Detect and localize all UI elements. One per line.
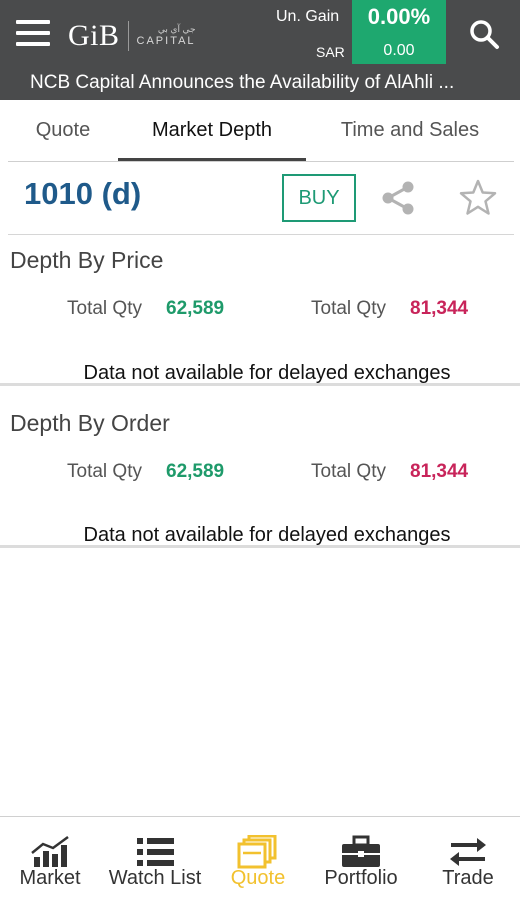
nav-label: Trade: [442, 867, 494, 889]
nav-label: Portfolio: [324, 867, 398, 889]
bid-total-qty-value: 62,589: [166, 298, 225, 319]
unrealized-gain-badge: 0.00% 0.00: [352, 0, 446, 64]
news-ticker[interactable]: NCB Capital Announces the Availability o…: [0, 68, 520, 98]
bid-total-qty-label: Total Qty: [67, 461, 142, 482]
logo-capital-text: CAPITAL: [136, 35, 196, 47]
buy-button[interactable]: BUY: [282, 174, 356, 222]
ask-total-qty-value: 81,344: [410, 298, 469, 319]
ask-total-qty-label: Total Qty: [311, 298, 386, 319]
ask-total-qty-value: 81,344: [410, 461, 469, 482]
depth-by-price-title: Depth By Price: [10, 247, 164, 273]
currency-label: SAR: [316, 44, 345, 60]
favorite-star-icon[interactable]: [458, 178, 498, 218]
nav-watch-list[interactable]: Watch List: [100, 817, 210, 900]
hamburger-menu-icon[interactable]: [16, 20, 50, 46]
depth-by-order-message: Data not available for delayed exchanges: [83, 524, 451, 546]
nav-trade[interactable]: Trade: [416, 817, 520, 900]
symbol-row-divider: [8, 234, 514, 235]
briefcase-icon: [342, 835, 380, 867]
nav-label: Quote: [230, 867, 286, 889]
nav-label: Market: [19, 867, 81, 889]
tabs-divider: [8, 161, 514, 162]
app-logo: GiB جي آي بي CAPITAL: [68, 18, 196, 54]
nav-quote[interactable]: Quote: [210, 817, 306, 900]
app-header: GiB جي آي بي CAPITAL Un. Gain SAR 0.00% …: [0, 0, 520, 100]
logo-subtext: جي آي بي CAPITAL: [127, 21, 196, 51]
unrealized-gain-label: Un. Gain: [276, 8, 340, 25]
tab-market-depth[interactable]: Market Depth: [118, 100, 306, 160]
chart-bars-icon: [31, 835, 69, 867]
bid-total-qty-label: Total Qty: [67, 298, 142, 319]
ask-total-qty-label: Total Qty: [311, 461, 386, 482]
search-icon[interactable]: [468, 18, 500, 50]
depth-by-price-message: Data not available for delayed exchanges: [83, 362, 451, 384]
logo-arabic-text: جي آي بي: [157, 24, 196, 34]
tab-quote[interactable]: Quote: [0, 100, 126, 160]
bottom-navigation: Market Watch List Quote Portfolio Trade: [0, 816, 520, 900]
nav-market[interactable]: Market: [0, 817, 100, 900]
quote-windows-icon: [237, 835, 277, 869]
nav-portfolio[interactable]: Portfolio: [306, 817, 416, 900]
bid-total-qty-value: 62,589: [166, 461, 225, 482]
swap-arrows-icon: [450, 838, 486, 866]
quote-tabs: Quote Market Depth Time and Sales: [0, 100, 520, 162]
depth-by-order-title: Depth By Order: [10, 410, 170, 436]
gain-value: 0.00: [383, 42, 415, 59]
depth-by-price-divider: [0, 383, 520, 386]
list-icon: [137, 838, 174, 866]
share-icon[interactable]: [380, 180, 416, 216]
depth-by-order-divider: [0, 545, 520, 548]
gain-percent: 0.00%: [367, 4, 431, 29]
symbol-title: 1010 (d): [24, 176, 142, 211]
nav-label: Watch List: [108, 867, 202, 889]
tab-time-and-sales[interactable]: Time and Sales: [316, 100, 504, 160]
logo-text: GiB: [68, 19, 120, 52]
